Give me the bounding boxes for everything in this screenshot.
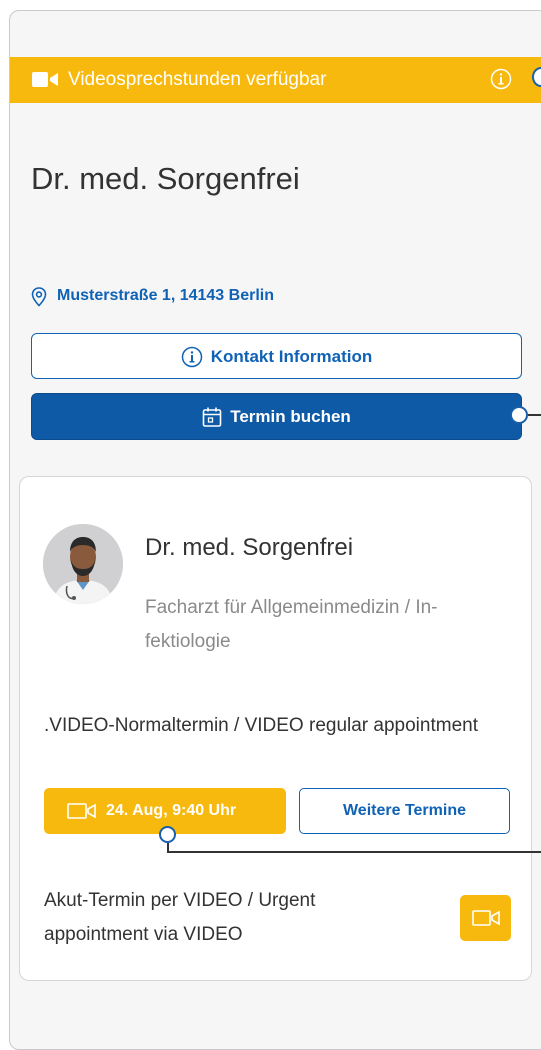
hotspot-marker [510, 406, 528, 424]
video-consultation-banner: Videosprechstunden verfügbar [10, 57, 541, 103]
video-camera-icon [32, 72, 58, 87]
location-pin-icon [31, 287, 47, 307]
regular-appointment-type: .VIDEO-Normaltermin / VIDEO regular appo… [44, 715, 478, 736]
hotspot-connector [167, 851, 541, 853]
card-doctor-name: Dr. med. Sorgenfrei [145, 534, 354, 561]
hotspot-connector [528, 414, 541, 416]
urgent-video-button[interactable] [460, 895, 511, 941]
contact-info-label: Kontakt Information [210, 347, 373, 366]
phone-frame: Videosprechstunden verfügbar Dr. med. So… [9, 10, 541, 1050]
info-icon [181, 346, 202, 368]
more-appointments-button[interactable]: Weitere Termine [299, 788, 510, 834]
video-camera-icon [67, 803, 96, 819]
video-camera-icon [472, 910, 500, 926]
urgent-appointment-type: Akut-Termin per VIDEO / Urgent appointme… [44, 890, 316, 945]
doctor-avatar-icon [43, 524, 123, 604]
book-appointment-label: Termin buchen [230, 407, 351, 426]
address-text: Musterstraße 1, 14143 Berlin [57, 287, 274, 304]
info-icon[interactable] [490, 68, 512, 90]
calendar-icon [202, 407, 222, 427]
hotspot-marker [159, 826, 176, 843]
doctor-specialty: Facharzt für Allgemeinmedizin / In-fekti… [145, 597, 438, 652]
banner-text: Videosprechstunden verfügbar [68, 69, 327, 90]
contact-info-button[interactable]: Kontakt Information [31, 333, 522, 379]
hotspot-marker [532, 67, 541, 87]
book-appointment-button[interactable]: Termin buchen [31, 393, 522, 440]
avatar [43, 524, 123, 604]
doctor-name: Dr. med. Sorgenfrei [31, 161, 300, 196]
appointment-card: Dr. med. Sorgenfrei Facharzt für Allgeme… [19, 476, 541, 981]
time-slot-label: 24. Aug, 9:40 Uhr [106, 802, 237, 819]
